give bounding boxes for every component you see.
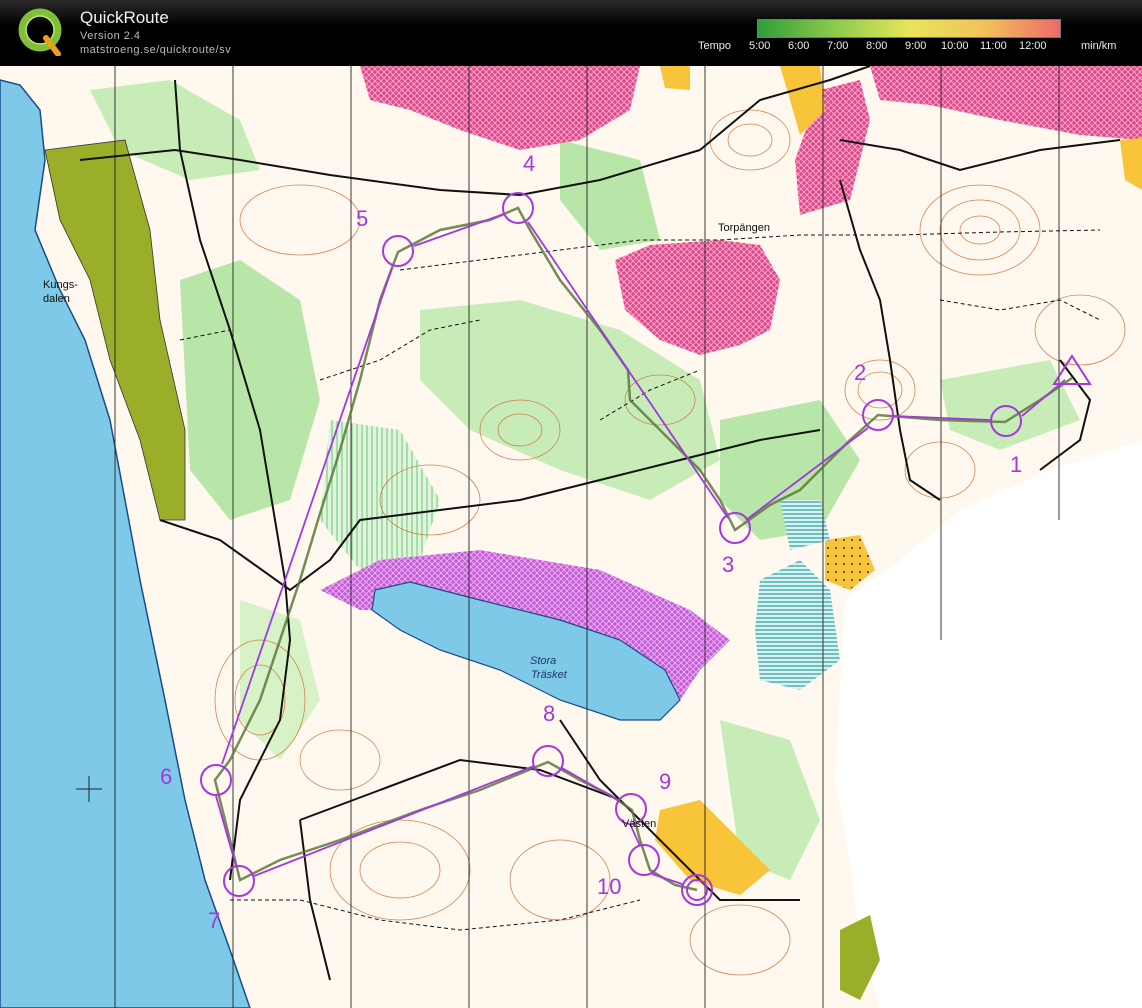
lake-label-trasket: Träsket [531, 669, 568, 681]
control-number-9: 9 [659, 769, 671, 794]
control-number-7: 7 [208, 908, 220, 933]
control-number-10: 10 [597, 874, 621, 899]
tempo-tick-5: 9:00 [905, 40, 927, 52]
tempo-tick-8: 12:00 [1019, 40, 1047, 52]
app-url: matstroeng.se/quickroute/sv [80, 44, 232, 56]
lake-label-stora: Stora [530, 655, 556, 667]
app-version: Version 2.4 [80, 30, 141, 42]
quickroute-logo-icon [18, 8, 62, 56]
control-number-5: 5 [356, 206, 368, 231]
tempo-label: Tempo [698, 40, 732, 52]
tempo-unit: min/km [1081, 40, 1117, 52]
app-title: QuickRoute [80, 8, 169, 27]
tempo-tick-2: 6:00 [788, 40, 810, 52]
control-number-3: 3 [722, 552, 734, 577]
orienteering-map[interactable]: 1 2 3 4 5 6 7 8 9 10 Kungs- dalen Torpän… [0, 66, 1142, 1008]
control-number-1: 1 [1010, 452, 1022, 477]
tempo-tick-6: 10:00 [941, 40, 969, 52]
tempo-tick-7: 11:00 [980, 40, 1007, 52]
place-kungsdalen-1: Kungs- [43, 279, 78, 291]
tempo-tick-4: 8:00 [866, 40, 888, 52]
control-number-4: 4 [523, 151, 535, 176]
tempo-color-scale [757, 19, 1061, 38]
tempo-tick-1: 5:00 [749, 40, 771, 52]
control-number-2: 2 [854, 360, 866, 385]
place-vasten: Västen [622, 818, 656, 830]
place-kungsdalen-2: dalen [43, 293, 70, 305]
place-torpangen: Torpängen [718, 222, 770, 234]
control-number-6: 6 [160, 764, 172, 789]
tempo-tick-3: 7:00 [827, 40, 849, 52]
control-number-8: 8 [543, 701, 555, 726]
app-header: QuickRoute Version 2.4 matstroeng.se/qui… [0, 0, 1142, 66]
